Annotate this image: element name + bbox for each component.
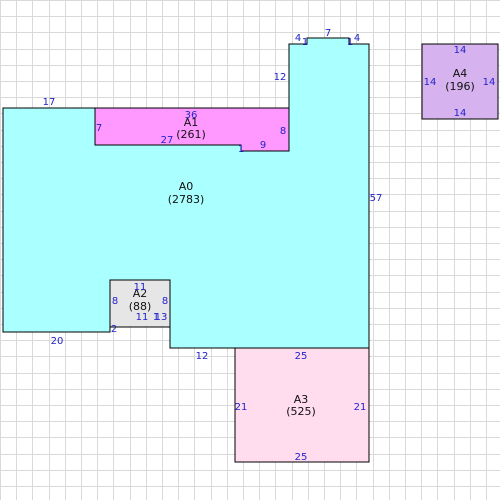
dim-a4-top: 14 bbox=[454, 45, 467, 56]
dim-a2-right: 8 bbox=[162, 296, 168, 307]
area-a3-size: (525) bbox=[286, 405, 316, 418]
area-a0-name: A0 bbox=[179, 180, 194, 193]
dim-a4-left: 14 bbox=[424, 77, 437, 88]
dim-a0-top: 7 bbox=[325, 28, 331, 39]
dim-a1-left: 7 bbox=[96, 123, 102, 134]
area-a4-size: (196) bbox=[445, 80, 475, 93]
dim-a4-right: 14 bbox=[483, 77, 496, 88]
dim-a0-notch-step-left: 1 bbox=[302, 37, 308, 48]
dim-a0-step-a1: 1 bbox=[238, 144, 244, 155]
dim-a2-left: 8 bbox=[112, 296, 118, 307]
dim-a0-top-left: 17 bbox=[43, 97, 56, 108]
dim-a2-top: 11 bbox=[134, 282, 147, 293]
area-a1-size: (261) bbox=[176, 128, 206, 141]
dim-a3-bottom: 25 bbox=[295, 452, 308, 463]
dim-a3-right: 21 bbox=[354, 402, 367, 413]
floor-plan-canvas: A0 (2783) A1 (261) A2 (88) A3 (525) A4 (… bbox=[0, 0, 500, 500]
dim-a1-right: 8 bbox=[280, 126, 286, 137]
dim-a2-bottom-b: 13 bbox=[155, 312, 168, 323]
dim-a0-bottom: 12 bbox=[196, 351, 209, 362]
area-a4-name: A4 bbox=[453, 67, 468, 80]
dim-a2-bottom-a: 11 bbox=[136, 312, 149, 323]
floor-plan-svg: A0 (2783) A1 (261) A2 (88) A3 (525) A4 (… bbox=[0, 0, 500, 500]
dim-a0-notch-right: 4 bbox=[354, 33, 360, 44]
area-a0-size: (2783) bbox=[168, 193, 205, 206]
dim-a0-upper-left-wall: 12 bbox=[274, 72, 287, 83]
dim-a0-bottom-left: 20 bbox=[51, 336, 64, 347]
dim-a4-bottom: 14 bbox=[454, 108, 467, 119]
dim-a1-bottom: 27 bbox=[161, 135, 174, 146]
dim-a0-step-bottom: 2 bbox=[111, 324, 117, 335]
dim-a0-notch-step-right: 1 bbox=[347, 37, 353, 48]
dim-a0-right: 57 bbox=[370, 193, 383, 204]
dim-a0-notch-left: 4 bbox=[295, 33, 301, 44]
dim-a3-top: 25 bbox=[295, 351, 308, 362]
dim-a3-left: 21 bbox=[235, 402, 248, 413]
dim-a0-a1-bottom-right: 9 bbox=[260, 140, 266, 151]
dim-a1-top: 36 bbox=[185, 110, 198, 121]
